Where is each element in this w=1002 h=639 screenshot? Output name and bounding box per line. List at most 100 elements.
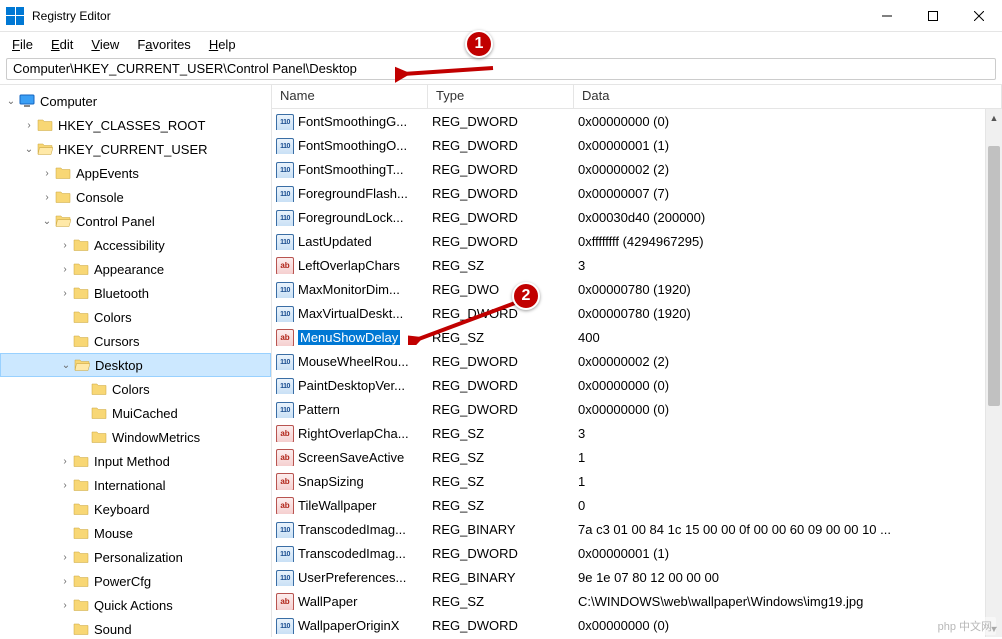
chevron-down-icon[interactable]: ⌄ <box>22 144 36 155</box>
menu-help[interactable]: Help <box>201 35 244 54</box>
column-type[interactable]: Type <box>428 85 574 108</box>
list-row[interactable]: abTileWallpaperREG_SZ0 <box>272 493 1002 517</box>
tree-item[interactable]: ⌄ Desktop <box>0 353 271 377</box>
tree-item[interactable]: ›Input Method <box>0 449 271 473</box>
tree-pane[interactable]: ⌄Computer›HKEY_CLASSES_ROOT ⌄ HKEY_CURRENT… <box>0 85 272 637</box>
tree-item[interactable]: ›Colors <box>0 305 271 329</box>
list-pane[interactable]: Name Type Data 110FontSmoothingG...REG_D… <box>272 85 1002 637</box>
list-row[interactable]: 110UserPreferences...REG_BINARY9e 1e 07 … <box>272 565 1002 589</box>
chevron-down-icon[interactable]: ⌄ <box>59 360 73 371</box>
menu-view[interactable]: View <box>83 35 127 54</box>
tree-item[interactable]: ›International <box>0 473 271 497</box>
tree-item[interactable]: ›HKEY_CLASSES_ROOT <box>0 113 271 137</box>
chevron-right-icon[interactable]: › <box>58 600 72 611</box>
tree-item[interactable]: ⌄ HKEY_CURRENT_USER <box>0 137 271 161</box>
tree-item[interactable]: ›Sound <box>0 617 271 637</box>
vertical-scrollbar[interactable]: ▲ ▼ <box>985 109 1002 637</box>
folder-icon <box>72 500 90 518</box>
binary-value-icon: 110 <box>276 208 294 226</box>
value-type: REG_DWORD <box>428 234 574 249</box>
list-row[interactable]: 110WallpaperOriginXREG_DWORD0x00000000 (… <box>272 613 1002 637</box>
tree-item[interactable]: ›Keyboard <box>0 497 271 521</box>
list-row[interactable]: 110TranscodedImag...REG_DWORD0x00000001 … <box>272 541 1002 565</box>
scroll-track[interactable] <box>986 126 1002 620</box>
tree-item[interactable]: ›AppEvents <box>0 161 271 185</box>
folder-icon <box>72 332 90 350</box>
list-row[interactable]: abWallPaperREG_SZC:\WINDOWS\web\wallpape… <box>272 589 1002 613</box>
value-data: 0x00000002 (2) <box>574 354 1002 369</box>
tree-item[interactable]: ›Appearance <box>0 257 271 281</box>
tree-item[interactable]: ›Accessibility <box>0 233 271 257</box>
folder-icon <box>72 260 90 278</box>
tree-item[interactable]: ⌄Control Panel <box>0 209 271 233</box>
scroll-up-button[interactable]: ▲ <box>986 109 1002 126</box>
list-row[interactable]: 110FontSmoothingG...REG_DWORD0x00000000 … <box>272 109 1002 133</box>
close-button[interactable] <box>956 0 1002 32</box>
list-row[interactable]: 110LastUpdatedREG_DWORD0xffffffff (42949… <box>272 229 1002 253</box>
chevron-right-icon[interactable]: › <box>58 576 72 587</box>
chevron-down-icon[interactable]: ⌄ <box>40 216 54 227</box>
tree-item[interactable]: ›MuiCached <box>0 401 271 425</box>
value-type: REG_BINARY <box>428 522 574 537</box>
tree-item[interactable]: ›Personalization <box>0 545 271 569</box>
minimize-button[interactable] <box>864 0 910 32</box>
tree-item[interactable]: ›Cursors <box>0 329 271 353</box>
column-data[interactable]: Data <box>574 85 1002 108</box>
chevron-right-icon[interactable]: › <box>58 240 72 251</box>
list-row[interactable]: 110TranscodedImag...REG_BINARY7a c3 01 0… <box>272 517 1002 541</box>
column-name[interactable]: Name <box>272 85 428 108</box>
menu-edit[interactable]: Edit <box>43 35 81 54</box>
list-row[interactable]: 110FontSmoothingT...REG_DWORD0x00000002 … <box>272 157 1002 181</box>
main-panel: ⌄Computer›HKEY_CLASSES_ROOT ⌄ HKEY_CURRENT… <box>0 84 1002 637</box>
address-bar[interactable]: Computer\HKEY_CURRENT_USER\Control Panel… <box>6 58 996 80</box>
value-type: REG_SZ <box>428 450 574 465</box>
list-row[interactable]: abRightOverlapCha...REG_SZ3 <box>272 421 1002 445</box>
tree-item[interactable]: ›Colors <box>0 377 271 401</box>
string-value-icon: ab <box>276 472 294 490</box>
chevron-right-icon[interactable]: › <box>58 480 72 491</box>
tree-item-label: Desktop <box>95 358 143 373</box>
list-row[interactable]: 110PatternREG_DWORD0x00000000 (0) <box>272 397 1002 421</box>
scroll-thumb[interactable] <box>988 146 1000 406</box>
value-type: REG_SZ <box>428 498 574 513</box>
tree-item[interactable]: ⌄Computer <box>0 89 271 113</box>
tree-item-label: WindowMetrics <box>112 430 200 445</box>
tree-item-label: Console <box>76 190 124 205</box>
value-type: REG_SZ <box>428 258 574 273</box>
list-row[interactable]: abMenuShowDelayREG_SZ400 <box>272 325 1002 349</box>
list-row[interactable]: 110FontSmoothingO...REG_DWORD0x00000001 … <box>272 133 1002 157</box>
list-row[interactable]: abLeftOverlapCharsREG_SZ3 <box>272 253 1002 277</box>
maximize-button[interactable] <box>910 0 956 32</box>
chevron-right-icon[interactable]: › <box>58 456 72 467</box>
folder-icon <box>54 188 72 206</box>
list-row[interactable]: 110PaintDesktopVer...REG_DWORD0x00000000… <box>272 373 1002 397</box>
list-row[interactable]: 110ForegroundFlash...REG_DWORD0x00000007… <box>272 181 1002 205</box>
chevron-right-icon[interactable]: › <box>58 264 72 275</box>
list-row[interactable]: abScreenSaveActiveREG_SZ1 <box>272 445 1002 469</box>
value-type: REG_DWORD <box>428 210 574 225</box>
list-row[interactable]: 110ForegroundLock...REG_DWORD0x00030d40 … <box>272 205 1002 229</box>
tree-item-label: HKEY_CURRENT_USER <box>58 142 208 157</box>
list-row[interactable]: 110MaxVirtualDeskt...REG_DWORD0x00000780… <box>272 301 1002 325</box>
tree-item-label: Cursors <box>94 334 140 349</box>
value-name: SnapSizing <box>298 474 364 489</box>
tree-item[interactable]: ›Bluetooth <box>0 281 271 305</box>
chevron-down-icon[interactable]: ⌄ <box>4 96 18 107</box>
tree-item[interactable]: ›Mouse <box>0 521 271 545</box>
chevron-right-icon[interactable]: › <box>40 168 54 179</box>
list-row[interactable]: 110MaxMonitorDim...REG_DWO0x00000780 (19… <box>272 277 1002 301</box>
tree-item[interactable]: ›WindowMetrics <box>0 425 271 449</box>
chevron-right-icon[interactable]: › <box>58 552 72 563</box>
tree-item[interactable]: ›PowerCfg <box>0 569 271 593</box>
value-type: REG_SZ <box>428 594 574 609</box>
list-row[interactable]: abSnapSizingREG_SZ1 <box>272 469 1002 493</box>
tree-item[interactable]: › Console <box>0 185 271 209</box>
tree-item-label: Mouse <box>94 526 133 541</box>
chevron-right-icon[interactable]: › <box>22 120 36 131</box>
menu-favorites[interactable]: Favorites <box>129 35 198 54</box>
menu-file[interactable]: File <box>4 35 41 54</box>
chevron-right-icon[interactable]: › <box>58 288 72 299</box>
list-row[interactable]: 110MouseWheelRou...REG_DWORD0x00000002 (… <box>272 349 1002 373</box>
tree-item[interactable]: ›Quick Actions <box>0 593 271 617</box>
chevron-right-icon[interactable]: › <box>40 192 54 203</box>
